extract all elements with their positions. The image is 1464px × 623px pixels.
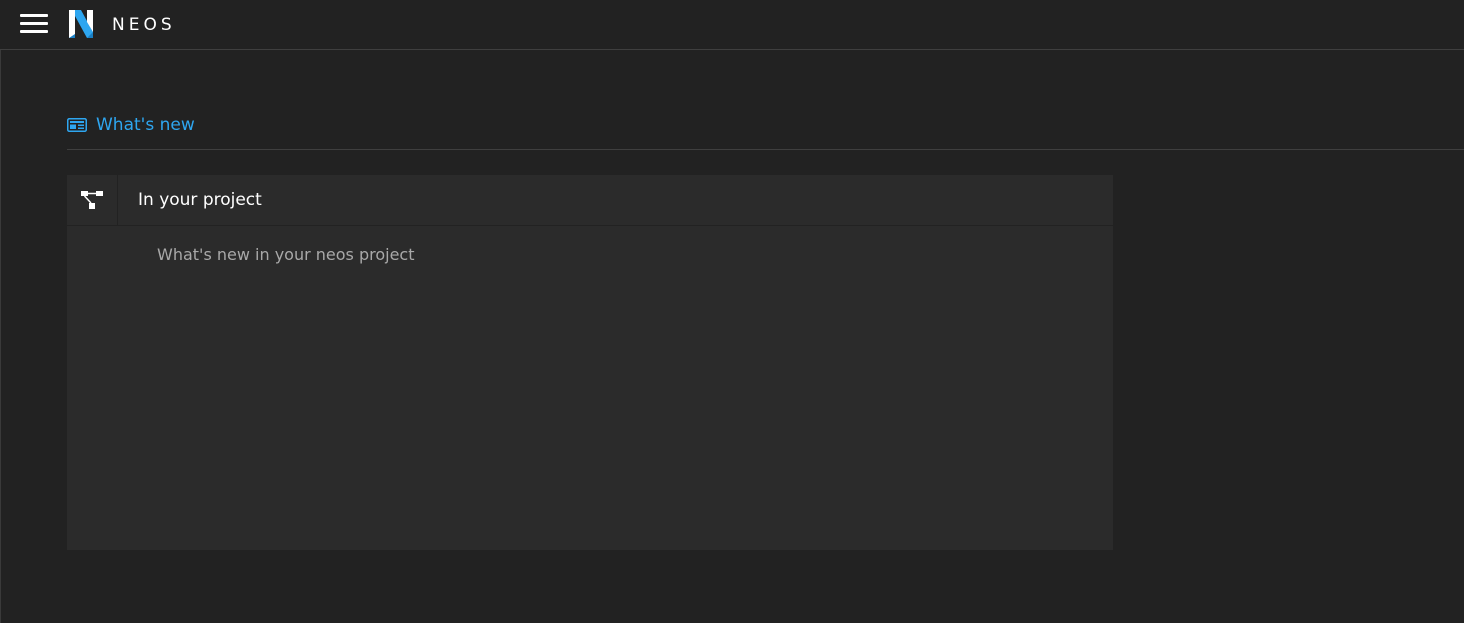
top-bar: NEOS xyxy=(0,0,1464,50)
panel-title: In your project xyxy=(138,190,262,210)
panel-icon-box xyxy=(67,175,118,225)
section-title[interactable]: What's new xyxy=(96,115,195,135)
newspaper-icon xyxy=(67,118,87,132)
project-panel: In your project What's new in your neos … xyxy=(67,175,1113,550)
sitemap-icon xyxy=(81,191,103,209)
whats-new-header[interactable]: What's new xyxy=(67,112,195,138)
hamburger-icon xyxy=(20,22,48,25)
hamburger-icon xyxy=(20,14,48,17)
hamburger-icon xyxy=(20,30,48,33)
content-divider xyxy=(0,50,1,623)
section-divider xyxy=(67,149,1464,150)
panel-body-text: What's new in your neos project xyxy=(157,245,415,264)
panel-header: In your project xyxy=(67,175,1113,226)
brand-name[interactable]: NEOS xyxy=(112,14,176,36)
menu-toggle-button[interactable] xyxy=(20,14,48,34)
neos-logo-icon[interactable] xyxy=(67,8,97,40)
